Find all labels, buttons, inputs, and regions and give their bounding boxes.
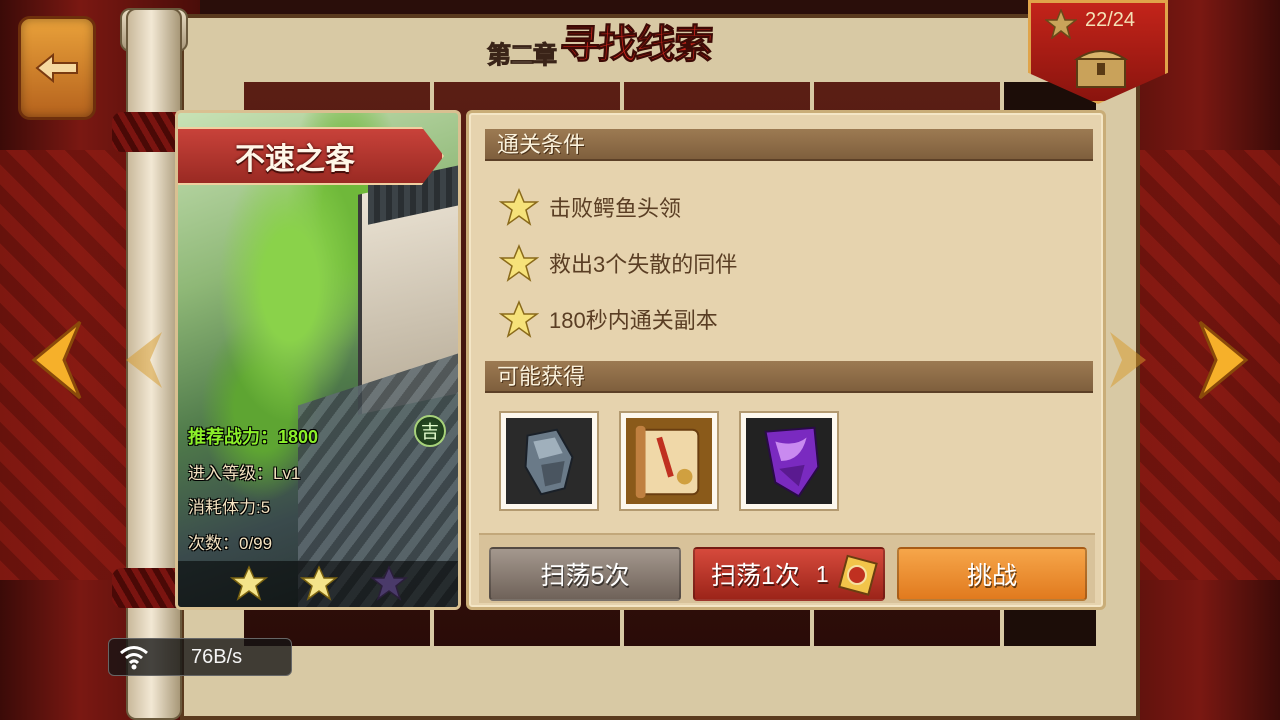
star-icon	[1045, 9, 1077, 39]
conditions-header: 通关条件	[485, 129, 1093, 161]
network-speed: 76B/s	[191, 645, 243, 668]
reward-item-gauntlet[interactable]	[499, 411, 599, 511]
stamina-cost: 消耗体力:5	[188, 498, 271, 517]
sweep-5-times-button[interactable]: 扫荡5次	[489, 547, 681, 601]
back-button[interactable]	[18, 16, 96, 120]
rating-star-icon	[300, 565, 338, 601]
stage-name: 不速之客	[235, 142, 355, 177]
treasure-chest-icon	[1073, 50, 1129, 88]
condition-star-icon	[499, 300, 539, 338]
chapter-title: 第二章 寻找线索	[487, 10, 714, 70]
condition-item: 救出3个失散的同伴	[499, 243, 737, 283]
challenge-button[interactable]: 挑战	[897, 547, 1087, 601]
stage-preview-panel: 不速之客 推荐战力：1800 吉 进入等级：Lv1 消耗体力:5 次数：0/99	[175, 110, 461, 610]
rewards-header: 可能获得	[485, 361, 1093, 393]
condition-item: 击败鳄鱼头领	[499, 187, 681, 227]
stage-info-panel: 通关条件 击败鳄鱼头领 救出3个失散的同伴 180秒内通关副本 可能获得 扫荡5…	[466, 110, 1106, 610]
rating-star-icon	[230, 565, 268, 601]
challenge-label: 挑战	[966, 562, 1017, 590]
condition-item: 180秒内通关副本	[499, 299, 718, 339]
recommended-power: 推荐战力：1800	[188, 427, 319, 447]
stage-name-banner: 不速之客	[178, 127, 444, 185]
condition-text: 180秒内通关副本	[549, 308, 718, 333]
sweep-ticket-icon	[838, 554, 878, 596]
sweep-1-label: 扫荡1次	[711, 562, 800, 590]
reward-item-scroll[interactable]	[619, 411, 719, 511]
entry-level: 进入等级：Lv1	[188, 464, 301, 483]
stage-rating	[178, 561, 458, 607]
condition-text: 击败鳄鱼头领	[549, 196, 682, 221]
action-bar: 扫荡5次 扫荡1次 1 挑战	[479, 533, 1095, 603]
purple-armor-icon	[746, 418, 832, 504]
condition-star-icon	[499, 244, 539, 282]
next-chapter-arrow-icon[interactable]	[1196, 318, 1266, 402]
faint-right-arrow-icon	[1110, 332, 1146, 388]
sweep-5-label: 扫荡5次	[540, 562, 630, 590]
chapter-name: 寻找线索	[558, 21, 714, 69]
sweep-cost: 1	[815, 560, 829, 587]
back-arrow-icon	[35, 53, 78, 83]
faint-left-arrow-icon	[126, 332, 162, 388]
wifi-icon	[120, 646, 148, 670]
condition-text: 救出3个失散的同伴	[549, 252, 738, 277]
scroll-icon	[626, 418, 712, 504]
condition-star-icon	[499, 188, 539, 226]
previous-chapter-arrow-icon[interactable]	[14, 318, 84, 402]
stars-count: 22/24	[1085, 9, 1136, 31]
network-indicator: 76B/s	[108, 638, 292, 676]
luck-badge: 吉	[414, 415, 446, 447]
gauntlet-icon	[506, 418, 592, 504]
sweep-1-time-button[interactable]: 扫荡1次 1	[693, 547, 885, 601]
reward-item-armor[interactable]	[739, 411, 839, 511]
attempt-count: 次数：0/99	[188, 534, 273, 553]
rating-star-empty-icon	[370, 565, 408, 601]
chapter-number: 第二章	[487, 40, 558, 70]
